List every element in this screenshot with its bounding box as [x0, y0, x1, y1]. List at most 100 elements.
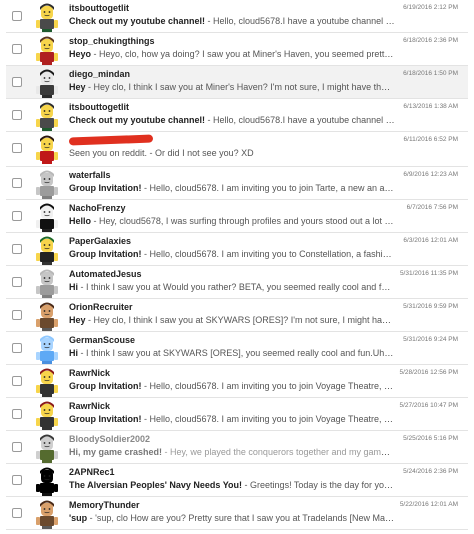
message-row[interactable]: stop_chukingthings Heyo - Heyo, clo, how …: [6, 33, 468, 66]
select-checkbox[interactable]: [12, 475, 22, 485]
subject-separator: -: [205, 16, 214, 26]
message-preview[interactable]: The Alversian Peoples' Navy Needs You! -…: [69, 480, 395, 490]
select-checkbox[interactable]: [12, 211, 22, 221]
message-date: 6/13/2016 1:38 AM: [403, 103, 458, 110]
message-row[interactable]: itsbouttogetlit Check out my youtube chan…: [6, 0, 468, 33]
message-preview[interactable]: Hey - Hey clo, I think I saw you at SKYW…: [69, 315, 395, 325]
sender-name[interactable]: RawrNick: [69, 401, 110, 411]
message-subject: Group Invitation!: [69, 249, 142, 259]
select-checkbox[interactable]: [12, 508, 22, 518]
message-preview[interactable]: Group Invitation! - Hello, cloud5678. I …: [69, 249, 395, 259]
message-date: 5/27/2016 10:47 PM: [399, 402, 458, 409]
message-row[interactable]: MemoryThunder 'sup - 'sup, clo How are yo…: [6, 497, 468, 530]
avatar[interactable]: [32, 300, 62, 331]
message-preview[interactable]: Check out my youtube channel! - Hello, c…: [69, 16, 395, 26]
message-row[interactable]: Seen you on reddit. - Or did I not see y…: [6, 132, 468, 167]
message-preview[interactable]: Heyo - Heyo, clo, how ya doing? I saw yo…: [69, 49, 395, 59]
avatar[interactable]: [32, 100, 62, 131]
message-list: itsbouttogetlit Check out my youtube chan…: [6, 0, 468, 530]
select-checkbox[interactable]: [12, 44, 22, 54]
sender-name[interactable]: itsbouttogetlit: [69, 3, 129, 13]
message-date: 5/31/2016 9:24 PM: [403, 336, 458, 343]
avatar[interactable]: [32, 399, 62, 430]
message-row[interactable]: PaperGalaxies Group Invitation! - Hello, …: [6, 233, 468, 266]
message-row[interactable]: BloodySoldier2002 Hi, my game crashed! - …: [6, 431, 468, 464]
sender-name[interactable]: BloodySoldier2002: [69, 434, 150, 444]
select-checkbox[interactable]: [12, 310, 22, 320]
message-row[interactable]: NachoFrenzy Hello - Hey, cloud5678, I was…: [6, 200, 468, 233]
subject-separator: -: [205, 115, 214, 125]
message-date: 6/19/2016 2:12 PM: [403, 4, 458, 11]
sender-name[interactable]: OrionRecruiter: [69, 302, 133, 312]
avatar[interactable]: [32, 366, 62, 397]
message-row[interactable]: diego_mindan Hey - Hey clo, I think I saw…: [6, 66, 468, 99]
message-preview[interactable]: Group Invitation! - Hello, cloud5678. I …: [69, 414, 395, 424]
message-body: Hello, cloud5678.I have a youtube channe…: [213, 115, 395, 125]
sender-name[interactable]: RawrNick: [69, 368, 110, 378]
message-preview[interactable]: Group Invitation! - Hello, cloud5678. I …: [69, 183, 395, 193]
sender-name[interactable]: stop_chukingthings: [69, 36, 155, 46]
message-subject: Group Invitation!: [69, 414, 142, 424]
sender-name[interactable]: GermanScouse: [69, 335, 135, 345]
select-checkbox[interactable]: [12, 11, 22, 21]
avatar[interactable]: [32, 133, 62, 164]
sender-name[interactable]: MemoryThunder: [69, 500, 140, 510]
message-body: Hey clo, I think I saw you at SKYWARS [O…: [93, 315, 395, 325]
message-subject: Hello: [69, 216, 92, 226]
sender-name[interactable]: 2APNRec1: [69, 467, 115, 477]
avatar[interactable]: [32, 498, 62, 529]
avatar[interactable]: [32, 34, 62, 65]
message-preview[interactable]: Hi - I think I saw you at SKYWARS [ORES]…: [69, 348, 395, 358]
sender-name[interactable]: AutomatedJesus: [69, 269, 142, 279]
message-preview[interactable]: Hey - Hey clo, I think I saw you at Mine…: [69, 82, 395, 92]
message-row[interactable]: RawrNick Group Invitation! - Hello, cloud…: [6, 365, 468, 398]
message-date: 5/22/2016 12:01 AM: [399, 501, 458, 508]
select-checkbox[interactable]: [12, 277, 22, 287]
subject-separator: -: [141, 414, 150, 424]
sender-name[interactable]: itsbouttogetlit: [69, 102, 129, 112]
avatar[interactable]: [32, 333, 62, 364]
avatar[interactable]: [32, 201, 62, 232]
avatar[interactable]: [32, 267, 62, 298]
message-preview[interactable]: Hi - I think I saw you at Would you rath…: [69, 282, 395, 292]
message-preview[interactable]: Seen you on reddit. - Or did I not see y…: [69, 148, 395, 158]
message-preview[interactable]: Check out my youtube channel! - Hello, c…: [69, 115, 395, 125]
message-row[interactable]: AutomatedJesus Hi - I think I saw you at …: [6, 266, 468, 299]
message-preview[interactable]: Group Invitation! - Hello, cloud5678. I …: [69, 381, 395, 391]
avatar[interactable]: [32, 432, 62, 463]
redacted-sender: [68, 134, 154, 146]
message-row[interactable]: GermanScouse Hi - I think I saw you at SK…: [6, 332, 468, 365]
avatar[interactable]: [32, 67, 62, 98]
message-date: 6/3/2016 12:01 AM: [403, 237, 458, 244]
message-preview[interactable]: Hello - Hey, cloud5678, I was surfing th…: [69, 216, 395, 226]
select-checkbox[interactable]: [12, 442, 22, 452]
subject-separator: -: [162, 447, 171, 457]
message-subject: Hi, my game crashed!: [69, 447, 163, 457]
message-row[interactable]: waterfalls Group Invitation! - Hello, clo…: [6, 167, 468, 200]
avatar[interactable]: [32, 465, 62, 496]
select-checkbox[interactable]: [12, 409, 22, 419]
message-subject: Group Invitation!: [69, 381, 142, 391]
message-preview[interactable]: Hi, my game crashed! - Hey, we played th…: [69, 447, 395, 457]
select-checkbox[interactable]: [12, 77, 22, 87]
select-checkbox[interactable]: [12, 244, 22, 254]
avatar[interactable]: [32, 168, 62, 199]
avatar[interactable]: [32, 1, 62, 32]
message-row[interactable]: itsbouttogetlit Check out my youtube chan…: [6, 99, 468, 132]
sender-name[interactable]: waterfalls: [69, 170, 111, 180]
select-checkbox[interactable]: [12, 343, 22, 353]
subject-separator: -: [78, 282, 86, 292]
message-preview[interactable]: 'sup - 'sup, clo How are you? Pretty sur…: [69, 513, 395, 523]
select-checkbox[interactable]: [12, 143, 22, 153]
select-checkbox[interactable]: [12, 178, 22, 188]
message-body: Hello, cloud5678. I am inviting you to j…: [149, 183, 396, 193]
message-row[interactable]: RawrNick Group Invitation! - Hello, cloud…: [6, 398, 468, 431]
select-checkbox[interactable]: [12, 110, 22, 120]
sender-name[interactable]: diego_mindan: [69, 69, 130, 79]
message-row[interactable]: 2APNRec1 The Alversian Peoples' Navy Need…: [6, 464, 468, 497]
sender-name[interactable]: PaperGalaxies: [69, 236, 131, 246]
sender-name[interactable]: NachoFrenzy: [69, 203, 126, 213]
select-checkbox[interactable]: [12, 376, 22, 386]
message-row[interactable]: OrionRecruiter Hey - Hey clo, I think I s…: [6, 299, 468, 332]
avatar[interactable]: [32, 234, 62, 265]
